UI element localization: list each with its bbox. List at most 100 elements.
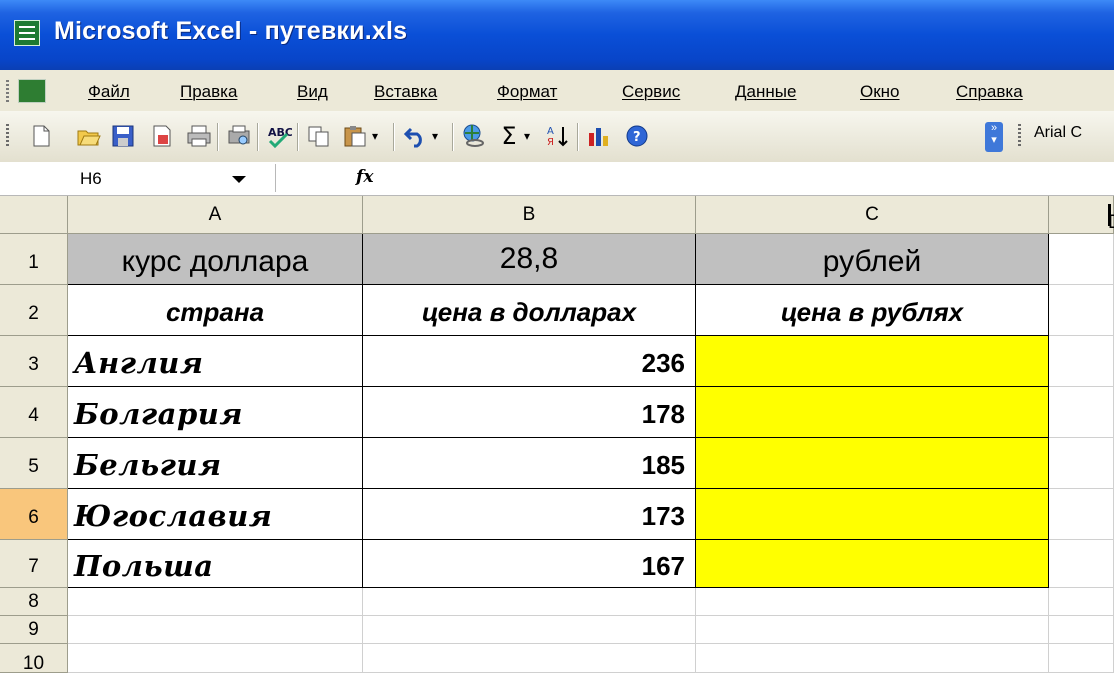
row-header-6[interactable]: 6 — [0, 489, 68, 540]
row-header-2[interactable]: 2 — [0, 285, 68, 336]
row-header-3[interactable]: 3 — [0, 336, 68, 387]
cell-d6[interactable] — [1049, 489, 1114, 540]
toolbar-options-chevron-icon[interactable]: » ▾ — [985, 122, 1003, 152]
cell-b5[interactable]: 185 — [363, 438, 696, 489]
cell-a6[interactable]: Югославия — [68, 489, 363, 540]
cell-b10[interactable] — [363, 644, 696, 673]
menu-bar: Файл Правка Вид Вставка Формат Сервис Да… — [0, 70, 1114, 112]
select-all-corner[interactable] — [0, 196, 68, 234]
cell-c8[interactable] — [696, 588, 1049, 616]
formula-bar: H6 fx — [0, 162, 1114, 196]
column-header-d[interactable]: D — [1049, 196, 1114, 234]
new-icon[interactable] — [28, 123, 54, 149]
row-header-4[interactable]: 4 — [0, 387, 68, 438]
menu-window[interactable]: Окно — [860, 82, 900, 102]
workbook-icon[interactable] — [18, 79, 46, 103]
row-header-5[interactable]: 5 — [0, 438, 68, 489]
menu-grip-icon[interactable] — [6, 80, 9, 102]
cell-d10[interactable] — [1049, 644, 1114, 673]
copy-icon[interactable] — [306, 123, 332, 149]
cell-c7[interactable] — [696, 540, 1049, 588]
cell-a3[interactable]: Англия — [68, 336, 363, 387]
menu-data[interactable]: Данные — [735, 82, 796, 102]
sort-ascending-icon[interactable]: AЯ — [545, 123, 571, 149]
excel-app-icon[interactable] — [14, 20, 40, 46]
menu-view[interactable]: Вид — [297, 82, 328, 102]
cell-b2[interactable]: цена в долларах — [363, 285, 696, 336]
cell-a5[interactable]: Бельгия — [68, 438, 363, 489]
cell-b8[interactable] — [363, 588, 696, 616]
cell-d7[interactable] — [1049, 540, 1114, 588]
standard-toolbar: ABC ▾ ▾ Σ ▾ AЯ ? » ▾ Arial C — [0, 111, 1114, 163]
cell-b7[interactable]: 167 — [363, 540, 696, 588]
name-box[interactable]: H6 — [0, 164, 276, 192]
name-box-dropdown-icon[interactable] — [232, 176, 246, 183]
autosum-icon[interactable]: Σ — [496, 123, 522, 149]
autosum-dropdown-icon[interactable]: ▾ — [524, 123, 538, 149]
cell-a8[interactable] — [68, 588, 363, 616]
cell-a10[interactable] — [68, 644, 363, 673]
permission-icon[interactable] — [148, 123, 174, 149]
cell-b9[interactable] — [363, 616, 696, 644]
toolbar-grip-icon[interactable] — [6, 124, 9, 148]
toolbar-separator — [297, 123, 299, 151]
cell-c10[interactable] — [696, 644, 1049, 673]
column-header-c[interactable]: C — [696, 196, 1049, 234]
cell-d8[interactable] — [1049, 588, 1114, 616]
cell-d4[interactable] — [1049, 387, 1114, 438]
paste-icon[interactable] — [342, 123, 368, 149]
print-preview-icon[interactable] — [226, 123, 252, 149]
toolbar-separator — [452, 123, 454, 151]
row-header-9[interactable]: 9 — [0, 616, 68, 644]
font-name-box[interactable]: Arial C — [1034, 124, 1082, 142]
cell-a1[interactable]: курс доллара — [68, 234, 363, 285]
cell-a2[interactable]: страна — [68, 285, 363, 336]
cell-c1[interactable]: рублей — [696, 234, 1049, 285]
cell-a4[interactable]: Болгария — [68, 387, 363, 438]
cell-c3[interactable] — [696, 336, 1049, 387]
cell-c5[interactable] — [696, 438, 1049, 489]
cell-c9[interactable] — [696, 616, 1049, 644]
cell-c6[interactable] — [696, 489, 1049, 540]
print-icon[interactable] — [186, 123, 212, 149]
svg-text:ABC: ABC — [268, 126, 292, 139]
row-header-1[interactable]: 1 — [0, 234, 68, 285]
chart-wizard-icon[interactable] — [586, 123, 612, 149]
menu-format[interactable]: Формат — [497, 82, 557, 102]
row-header-7[interactable]: 7 — [0, 540, 68, 588]
spelling-icon[interactable]: ABC — [266, 123, 293, 149]
help-icon[interactable]: ? — [624, 123, 650, 149]
undo-dropdown-icon[interactable]: ▾ — [432, 123, 446, 149]
cell-a9[interactable] — [68, 616, 363, 644]
cell-c2[interactable]: цена в рублях — [696, 285, 1049, 336]
menu-insert[interactable]: Вставка — [374, 82, 437, 102]
column-header-b[interactable]: B — [363, 196, 696, 234]
cell-d5[interactable] — [1049, 438, 1114, 489]
row-header-8[interactable]: 8 — [0, 588, 68, 616]
row-header-10[interactable]: 10 — [0, 644, 68, 674]
menu-tools[interactable]: Сервис — [622, 82, 680, 102]
cell-d2[interactable] — [1049, 285, 1114, 336]
cell-b4[interactable]: 178 — [363, 387, 696, 438]
cell-a7[interactable]: Польша — [68, 540, 363, 588]
cell-d9[interactable] — [1049, 616, 1114, 644]
hyperlink-icon[interactable] — [461, 123, 487, 149]
undo-icon[interactable] — [403, 123, 429, 149]
menu-file[interactable]: Файл — [88, 82, 130, 102]
cell-b6[interactable]: 173 — [363, 489, 696, 540]
menu-help[interactable]: Справка — [956, 82, 1023, 102]
cell-b3[interactable]: 236 — [363, 336, 696, 387]
cell-b1[interactable]: 28,8 — [363, 234, 696, 285]
paste-dropdown-icon[interactable]: ▾ — [372, 123, 386, 149]
insert-function-icon[interactable]: fx — [356, 167, 373, 187]
menu-edit[interactable]: Правка — [180, 82, 237, 102]
save-icon[interactable] — [110, 123, 136, 149]
open-icon[interactable] — [76, 123, 102, 149]
name-box-value: H6 — [80, 169, 102, 188]
cell-d1[interactable] — [1049, 234, 1114, 285]
formatting-toolbar-grip-icon[interactable] — [1018, 124, 1021, 148]
column-header-a[interactable]: A — [68, 196, 363, 234]
svg-text:A: A — [547, 126, 554, 137]
cell-c4[interactable] — [696, 387, 1049, 438]
cell-d3[interactable] — [1049, 336, 1114, 387]
